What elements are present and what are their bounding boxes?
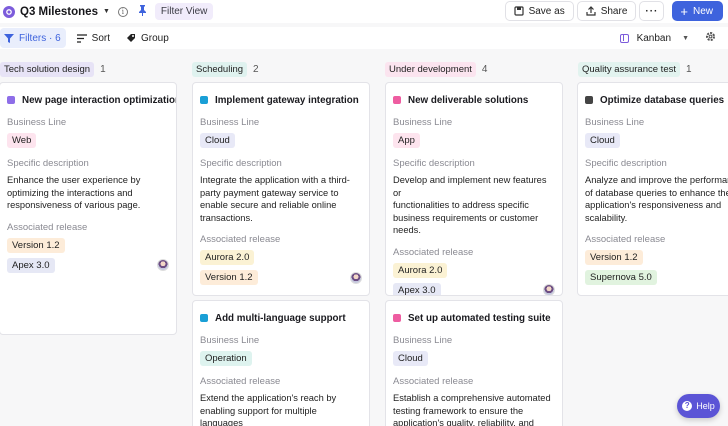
info-icon[interactable]: i (117, 6, 128, 17)
column-scheduling: Scheduling 2 (192, 52, 370, 78)
business-line-tag: App (393, 133, 420, 148)
card-description: Develop and implement new features or fu… (393, 175, 547, 236)
more-options-button[interactable]: ··· (639, 1, 665, 21)
avatar[interactable] (157, 259, 169, 272)
view-switcher[interactable]: Kanban ▼ (619, 28, 689, 48)
field-label: Business Line (585, 117, 645, 128)
help-button[interactable]: ? Help (677, 394, 720, 418)
status-square-icon (393, 314, 401, 322)
column-under-development: Under development 4 (385, 52, 563, 78)
column-count: 1 (686, 64, 692, 75)
status-square-icon (393, 96, 401, 104)
card[interactable]: Set up automated testing suite Business … (385, 300, 563, 426)
filters-button[interactable]: Filters · 6 (0, 28, 66, 48)
release-tag: Version 1.2 (585, 250, 643, 266)
business-line-tag: Cloud (585, 133, 620, 148)
card[interactable]: New page interaction optimization Busine… (0, 82, 177, 335)
app-logo-icon (3, 5, 15, 18)
column-title: Scheduling (192, 62, 248, 77)
card-title: Implement gateway integration (215, 94, 359, 106)
sort-icon (76, 33, 87, 43)
card-title: New deliverable solutions (408, 94, 529, 106)
field-label: Business Line (393, 335, 453, 346)
release-tag: Apex 3.0 (7, 257, 55, 273)
field-label: Specific description (200, 158, 282, 169)
filter-icon (4, 33, 14, 43)
page-title: Q3 Milestones (20, 5, 98, 18)
column-tech-solution-design: Tech solution design 1 (0, 52, 178, 78)
field-label: Associated release (585, 234, 666, 246)
sort-button[interactable]: Sort (72, 28, 115, 48)
field-label: Associated release (393, 246, 474, 258)
filter-view-badge[interactable]: Filter View (154, 3, 214, 20)
field-label: Associated release (393, 376, 474, 387)
card[interactable]: Optimize database queries Business Line … (577, 82, 728, 296)
kanban-icon (619, 33, 629, 43)
status-square-icon (585, 96, 593, 104)
business-line-tag: Web (7, 133, 37, 148)
column-quality-assurance-test: Quality assurance test 1 (578, 52, 728, 78)
column-title: Under development (385, 62, 476, 77)
top-bar: Q3 Milestones ▼ i Filter View Save as Sh… (0, 0, 728, 23)
field-label: Associated release (200, 376, 281, 387)
field-label: Business Line (7, 117, 67, 128)
card-title: Optimize database queries (600, 94, 725, 106)
title-dropdown-icon[interactable]: ▼ (103, 8, 110, 15)
column-count: 1 (100, 64, 106, 75)
view-dropdown-icon: ▼ (682, 34, 689, 42)
column-count: 2 (253, 64, 259, 75)
card-title: New page interaction optimization (22, 94, 177, 106)
business-line-tag: Cloud (200, 133, 235, 148)
card-title: Set up automated testing suite (408, 312, 551, 324)
field-label: Specific description (393, 158, 475, 169)
card-description: Enhance the user experience by optimizin… (7, 175, 141, 211)
field-label: Specific description (7, 158, 89, 169)
card[interactable]: New deliverable solutions Business Line … (385, 82, 563, 296)
kanban-board: Tech solution design 1 New page interact… (0, 52, 728, 426)
field-label: Business Line (393, 117, 453, 128)
question-icon: ? (682, 401, 693, 411)
business-line-tag: Operation (200, 351, 252, 366)
group-button[interactable]: Group (121, 28, 174, 48)
share-button[interactable]: Share (576, 1, 637, 21)
group-icon (127, 34, 136, 42)
release-tag: Version 1.2 (7, 237, 65, 253)
card-description: Extend the application's reach by enabli… (200, 393, 337, 426)
card[interactable]: Add multi-language support Business Line… (192, 300, 370, 426)
business-line-tag: Cloud (393, 351, 428, 366)
card-description: Analyze and improve the performance of d… (585, 175, 728, 223)
share-icon (586, 6, 596, 16)
pin-icon[interactable] (138, 4, 147, 19)
column-title: Quality assurance test (578, 62, 680, 77)
plus-icon: + (680, 3, 688, 19)
release-tag: Supernova 5.0 (585, 270, 657, 286)
release-tag: Version 1.2 (200, 270, 258, 286)
avatar[interactable] (350, 271, 362, 284)
field-label: Business Line (200, 335, 260, 346)
status-square-icon (200, 96, 208, 104)
card[interactable]: Implement gateway integration Business L… (192, 82, 370, 296)
column-count: 4 (481, 64, 488, 75)
field-label: Business Line (200, 117, 260, 128)
status-square-icon (200, 314, 208, 322)
status-square-icon (7, 96, 15, 104)
field-label: Specific description (585, 158, 667, 169)
new-button[interactable]: + New (672, 1, 723, 21)
settings-gear-icon[interactable] (705, 31, 716, 45)
avatar[interactable] (543, 284, 555, 295)
release-tag: Aurora 2.0 (393, 262, 448, 278)
card-description: Establish a comprehensive automated test… (393, 393, 551, 426)
view-toolbar: Filters · 6 Sort Group Kanban ▼ (0, 27, 728, 49)
card-title: Add multi-language support (215, 312, 346, 324)
field-label: Associated release (200, 234, 281, 246)
card-description: Integrate the application with a third- … (200, 175, 350, 223)
save-as-button[interactable]: Save as (504, 1, 574, 21)
field-label: Associated release (7, 221, 88, 233)
save-icon (513, 6, 524, 16)
release-tag: Aurora 2.0 (200, 250, 255, 266)
column-title: Tech solution design (0, 62, 95, 77)
release-tag: Apex 3.0 (393, 282, 441, 295)
